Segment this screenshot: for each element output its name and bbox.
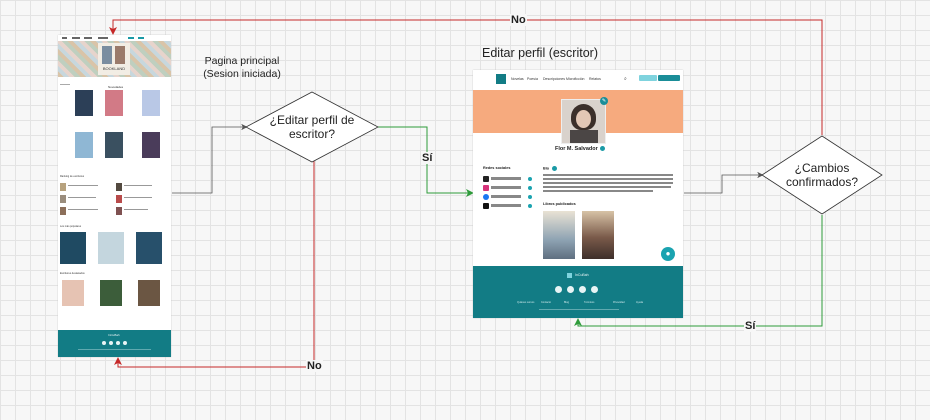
nav-item: Poesía: [527, 77, 538, 81]
edge-label-no-top: No: [510, 14, 527, 26]
footer-link: Blog: [564, 301, 570, 304]
edge-label-si-left: Sí: [421, 152, 434, 164]
edge-profile-to-confirm: [684, 171, 764, 194]
facebook-icon: [555, 286, 562, 293]
bio-heading: Bio: [543, 166, 558, 171]
footer-link: Contacto: [541, 301, 552, 304]
mock-main-section-5: Escritores destacados: [60, 272, 85, 275]
x-icon: [483, 176, 489, 182]
mock-profile-footer: InCuBah Quiénes somos Contacto Blog Térm…: [473, 266, 683, 318]
edge-label-no-bottom: No: [306, 360, 323, 372]
mock-main-section-3: Ranking de escritores: [60, 175, 85, 178]
x-icon: [567, 286, 574, 293]
tiktok-icon: [483, 203, 489, 209]
mock-banner-title: BOOKLAND: [102, 66, 126, 71]
logo-icon: [496, 74, 506, 84]
label-editar-perfil: Editar perfil (escritor): [482, 46, 598, 60]
logo-icon: [567, 273, 572, 278]
footer-brand: InCuBah: [575, 273, 589, 277]
youtube-icon: [591, 286, 598, 293]
mockup-main-page: BOOKLAND Novedades Ranking de escritores…: [58, 35, 171, 357]
book-cover: [543, 211, 575, 259]
chat-icon: ●: [661, 247, 675, 261]
mock-profile-nav: Novelas Poesía Descripciones Microficció…: [473, 70, 683, 90]
decision-text-edit: ¿Editar perfil de escritor?: [269, 113, 355, 141]
facebook-icon: [483, 194, 489, 200]
footer-link: Quiénes somos: [517, 301, 535, 304]
instagram-icon: [483, 185, 489, 191]
mock-main-section-4: Los más populares: [60, 225, 82, 228]
mock-main-banner: BOOKLAND: [58, 41, 171, 77]
profile-name: Flor M. Salvador: [555, 146, 605, 152]
book-cover: [582, 211, 614, 259]
edge-main-to-edit: [172, 123, 248, 194]
avatar: [561, 99, 606, 144]
mock-main-section-1: Novedades: [108, 85, 124, 89]
footer-link: Privacidad: [613, 301, 625, 304]
mockup-edit-profile: Novelas Poesía Descripciones Microficció…: [473, 70, 683, 318]
profile-name-text: Flor M. Salvador: [555, 146, 598, 152]
pencil-icon: ✎: [600, 97, 608, 105]
nav-item: Novelas: [511, 77, 524, 81]
nav-button-1: [639, 75, 657, 81]
decision-text-confirm: ¿Cambios confirmados?: [785, 161, 859, 189]
nav-button-2: [658, 75, 680, 81]
verified-icon: [599, 146, 605, 152]
mock-main-footer: InCuBah: [58, 330, 171, 357]
verified-icon: [552, 166, 558, 171]
search-icon: ⌕: [624, 76, 627, 82]
books-heading: Libros publicados: [543, 202, 576, 206]
nav-item: Microficción: [566, 77, 585, 81]
instagram-icon: [579, 286, 586, 293]
footer-link: Ayuda: [636, 301, 644, 304]
nav-item: Descripciones: [543, 77, 565, 81]
mock-main-footer-brand: InCuBah: [108, 333, 120, 337]
footer-link: Términos: [584, 301, 595, 304]
label-pagina-principal: Pagina principal (Sesion iniciada): [203, 55, 281, 80]
social-heading: Redes sociales: [483, 166, 511, 170]
nav-item: Relatos: [589, 77, 601, 81]
bio-heading-text: Bio: [543, 166, 550, 171]
edge-label-si-bottom: Sí: [744, 320, 757, 332]
